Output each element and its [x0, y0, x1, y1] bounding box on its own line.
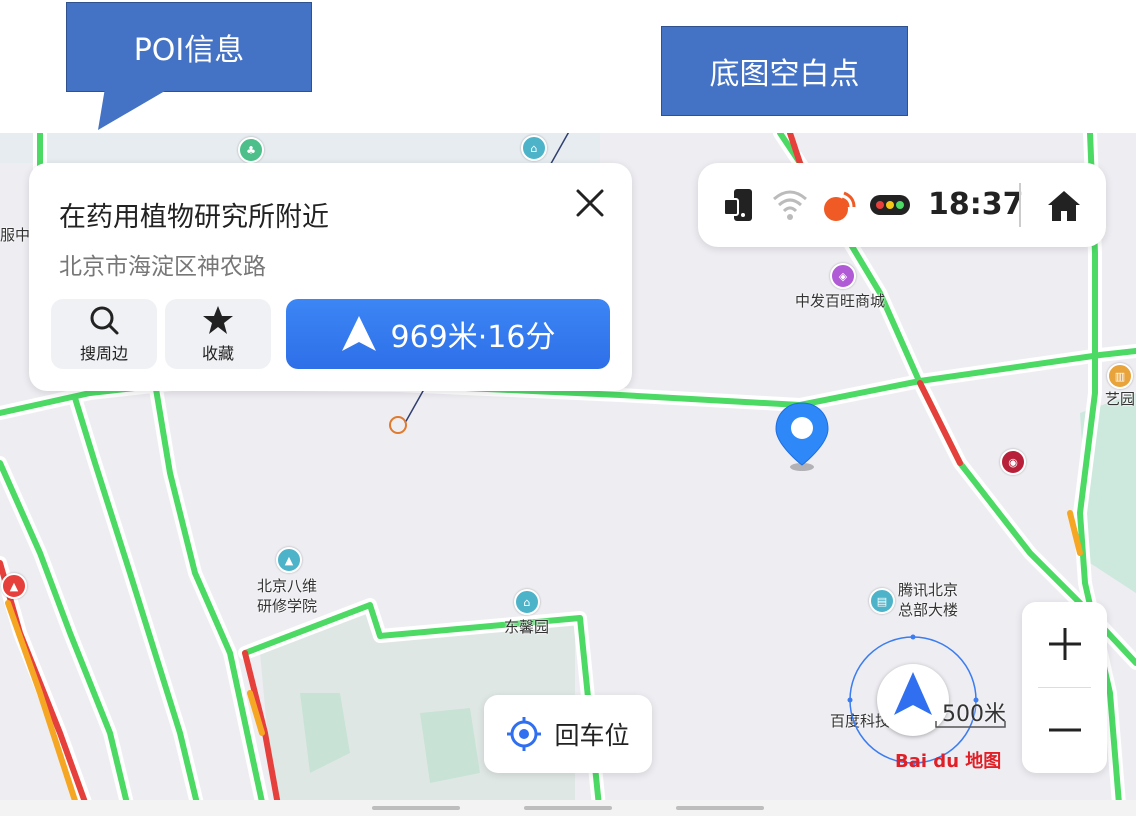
- navigation-distance-time: 969米·16分: [390, 320, 556, 355]
- poi-callout-pointer: [98, 88, 170, 130]
- start-navigation-button[interactable]: 969米·16分: [286, 299, 610, 369]
- zoom-out-button[interactable]: [1022, 688, 1107, 772]
- baidu-map-logo: Bai du 地图: [895, 747, 1001, 773]
- clock-time: 18:37: [928, 187, 1024, 222]
- fu-zhong-label: 服中: [0, 226, 31, 244]
- subway-poi-icon[interactable]: ◉: [1000, 449, 1026, 475]
- blank-point-callout-text: 底图空白点: [709, 57, 860, 92]
- status-bar: 18:37: [698, 163, 1106, 247]
- residence-poi-icon[interactable]: ⌂: [521, 135, 547, 161]
- park-poi-icon[interactable]: ♣: [238, 137, 264, 163]
- dongxin-label: 东馨园: [504, 618, 550, 636]
- recenter-label: 回车位: [554, 721, 630, 750]
- fuel-poi-icon[interactable]: ▲: [1, 573, 27, 599]
- gps-signal-icon: [824, 191, 856, 221]
- zoom-in-button[interactable]: [1022, 602, 1107, 686]
- traffic-light-icon: [870, 195, 910, 215]
- yiyuan-label: 艺园: [1105, 390, 1136, 408]
- locate-crosshair-icon: [507, 717, 542, 751]
- location-pin-icon[interactable]: [773, 401, 831, 473]
- search-icon: [90, 306, 119, 335]
- close-icon: [576, 189, 604, 217]
- plus-icon: [1048, 628, 1081, 660]
- poi-title: 在药用植物研究所附近: [59, 202, 329, 233]
- status-divider: [1019, 183, 1021, 227]
- zoom-control: [1022, 602, 1107, 773]
- baidu-logo-text: Bai du 地图: [895, 751, 1002, 772]
- bajiwei-label-line2: 研修学院: [257, 597, 318, 615]
- minus-icon: [1048, 728, 1081, 732]
- map-scale-bar: [935, 721, 1006, 728]
- tencent-label-line2: 总部大楼: [898, 601, 959, 619]
- dongxin-poi-icon[interactable]: ⌂: [514, 589, 540, 615]
- zhongfa-mall-label: 中发百旺商城: [795, 292, 886, 310]
- poi-address: 北京市海淀区神农路: [59, 254, 266, 280]
- gesture-handle-center[interactable]: [524, 806, 612, 810]
- poi-info-card: 在药用植物研究所附近 北京市海淀区神农路 搜周边 收藏 969米·16分: [29, 163, 632, 391]
- phone-connected-icon: [723, 189, 752, 221]
- home-icon[interactable]: [1046, 189, 1082, 223]
- map-view[interactable]: ♣ ⌂ ◈ 中发百旺商城 ▲ 北京八维 研修学院 ⌂ 东馨园 ▤ 腾讯北京 总部…: [0, 133, 1136, 816]
- museum-poi-icon[interactable]: ▥: [1107, 363, 1133, 389]
- wifi-icon: [773, 190, 807, 220]
- office-poi-icon[interactable]: ▤: [869, 588, 895, 614]
- gesture-handle-right[interactable]: [676, 806, 764, 810]
- close-button[interactable]: [570, 183, 610, 223]
- search-nearby-label: 搜周边: [79, 344, 128, 363]
- recenter-button[interactable]: 回车位: [484, 695, 652, 773]
- school-poi-icon[interactable]: ▲: [276, 547, 302, 573]
- favorite-label: 收藏: [201, 344, 234, 363]
- blank-point-callout: 底图空白点: [661, 26, 908, 116]
- bottom-gesture-bar: [0, 800, 1136, 816]
- search-nearby-button[interactable]: 搜周边: [51, 299, 157, 369]
- favorite-button[interactable]: 收藏: [165, 299, 271, 369]
- navigate-arrow-icon: [341, 316, 376, 351]
- bajiwei-label-line1: 北京八维: [257, 577, 318, 595]
- tencent-label-line1: 腾讯北京: [898, 581, 959, 599]
- gesture-handle-left[interactable]: [372, 806, 460, 810]
- poi-info-callout-text: POI信息: [133, 33, 245, 68]
- star-icon: [203, 306, 233, 334]
- shopping-poi-icon[interactable]: ◈: [830, 263, 856, 289]
- poi-info-callout: POI信息: [66, 2, 312, 92]
